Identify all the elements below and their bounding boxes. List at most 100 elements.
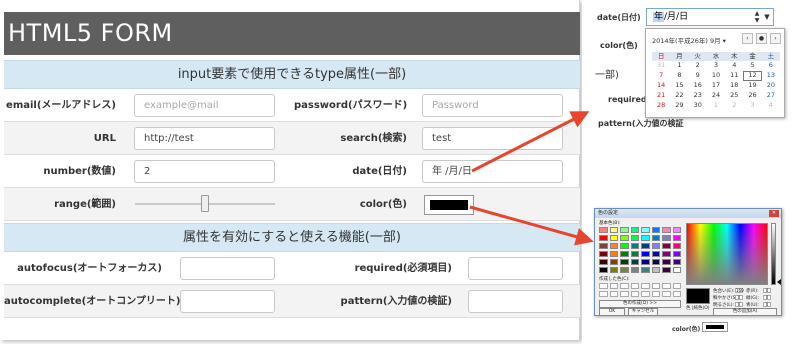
calendar-day[interactable]: 23 xyxy=(689,91,707,101)
spin-down-icon[interactable]: ▼ xyxy=(753,17,761,24)
custom-color-swatch[interactable] xyxy=(609,291,618,297)
calendar-day[interactable]: 21 xyxy=(652,91,670,101)
custom-color-swatch[interactable] xyxy=(599,291,608,297)
basic-color-swatch[interactable] xyxy=(630,251,639,257)
calendar-day[interactable]: 20 xyxy=(762,81,780,91)
date-field-zoomed[interactable]: 年/月/日 ▲ ▼ ▼ xyxy=(646,8,774,26)
basic-color-swatch[interactable] xyxy=(672,251,681,257)
calendar-day[interactable]: 6 xyxy=(762,61,780,71)
calendar-day[interactable]: 4 xyxy=(725,61,743,71)
url-field[interactable]: http://test xyxy=(134,127,275,150)
luminance-input[interactable]: 0 xyxy=(735,302,743,307)
basic-color-swatch[interactable] xyxy=(662,235,671,241)
custom-color-swatch[interactable] xyxy=(662,291,671,297)
basic-color-swatch[interactable] xyxy=(599,251,608,257)
basic-color-swatch[interactable] xyxy=(651,243,660,249)
cancel-button[interactable]: キャンセル xyxy=(628,308,658,316)
basic-color-swatch[interactable] xyxy=(662,251,671,257)
calendar-day[interactable]: 14 xyxy=(652,81,670,91)
basic-color-swatch[interactable] xyxy=(630,259,639,265)
basic-color-swatch[interactable] xyxy=(599,259,608,265)
autofocus-field[interactable] xyxy=(180,257,275,280)
basic-color-swatch[interactable] xyxy=(662,259,671,265)
calendar-day[interactable]: 4 xyxy=(762,101,780,111)
red-input[interactable]: 0 xyxy=(763,288,771,293)
calendar-day[interactable]: 1 xyxy=(707,101,725,111)
custom-color-swatch[interactable] xyxy=(599,283,608,289)
basic-color-swatch[interactable] xyxy=(630,235,639,241)
basic-color-swatch[interactable] xyxy=(620,227,629,233)
date-rest-segment[interactable]: /月/日 xyxy=(664,12,688,22)
autocomplete-field[interactable] xyxy=(180,290,275,313)
calendar-day[interactable]: 15 xyxy=(670,81,688,91)
saturation-input[interactable]: 0 xyxy=(735,295,743,300)
green-input[interactable]: 0 xyxy=(763,295,771,300)
basic-color-swatch[interactable] xyxy=(609,267,618,273)
basic-color-swatch[interactable] xyxy=(672,259,681,265)
calendar-day[interactable]: 11 xyxy=(725,71,743,81)
custom-color-swatch[interactable] xyxy=(641,283,650,289)
custom-color-swatch[interactable] xyxy=(651,291,660,297)
date-year-segment[interactable]: 年 xyxy=(653,12,665,22)
calendar-day[interactable]: 9 xyxy=(689,71,707,81)
calendar-day[interactable]: 2 xyxy=(689,61,707,71)
basic-color-swatch[interactable] xyxy=(672,227,681,233)
basic-color-swatch[interactable] xyxy=(599,235,608,241)
basic-color-swatch[interactable] xyxy=(651,227,660,233)
blue-input[interactable]: 0 xyxy=(763,302,771,307)
basic-color-swatch[interactable] xyxy=(620,251,629,257)
calendar-day[interactable]: 1 xyxy=(670,61,688,71)
calendar-day[interactable]: 22 xyxy=(670,91,688,101)
email-field[interactable]: example@mail xyxy=(134,94,275,117)
required-field[interactable] xyxy=(468,257,563,280)
calendar-day[interactable]: 12 xyxy=(743,71,762,81)
calendar-day[interactable]: 10 xyxy=(707,71,725,81)
calendar-day[interactable]: 13 xyxy=(762,71,780,81)
chevron-down-icon[interactable]: ▼ xyxy=(762,10,772,24)
calendar-day[interactable]: 3 xyxy=(707,61,725,71)
basic-color-swatch[interactable] xyxy=(641,251,650,257)
basic-color-swatch[interactable] xyxy=(651,235,660,241)
calendar-prev-month-button[interactable]: ‹ xyxy=(742,33,753,44)
custom-color-swatch[interactable] xyxy=(672,291,681,297)
luminance-arrow-icon[interactable] xyxy=(777,279,781,285)
calendar-next-month-button[interactable]: › xyxy=(770,33,781,44)
basic-color-swatch[interactable] xyxy=(641,227,650,233)
calendar-day[interactable]: 7 xyxy=(652,71,670,81)
luminance-slider[interactable] xyxy=(771,223,776,285)
calendar-day[interactable]: 2 xyxy=(725,101,743,111)
calendar-day[interactable]: 16 xyxy=(689,81,707,91)
ok-button[interactable]: OK xyxy=(599,308,625,316)
basic-color-swatch[interactable] xyxy=(641,243,650,249)
calendar-day[interactable]: 8 xyxy=(670,71,688,81)
number-field[interactable]: 2 xyxy=(134,160,275,183)
close-icon[interactable]: ✕ xyxy=(769,210,779,217)
basic-color-swatch[interactable] xyxy=(620,267,629,273)
custom-color-swatch[interactable] xyxy=(672,283,681,289)
basic-color-swatch[interactable] xyxy=(641,235,650,241)
basic-color-swatch[interactable] xyxy=(630,267,639,273)
basic-color-swatch[interactable] xyxy=(662,243,671,249)
basic-color-swatch[interactable] xyxy=(609,227,618,233)
basic-color-swatch[interactable] xyxy=(641,259,650,265)
calendar-day[interactable]: 28 xyxy=(652,101,670,111)
basic-color-swatch[interactable] xyxy=(672,267,681,273)
calendar-month-selector[interactable]: 2014年(平成26年) 9月 ▾ xyxy=(652,35,726,45)
basic-color-swatch[interactable] xyxy=(651,251,660,257)
custom-color-swatch[interactable] xyxy=(651,283,660,289)
basic-color-swatch[interactable] xyxy=(630,243,639,249)
custom-color-swatch[interactable] xyxy=(620,283,629,289)
calendar-day[interactable]: 19 xyxy=(743,81,761,91)
basic-color-swatch[interactable] xyxy=(672,235,681,241)
range-slider-thumb[interactable] xyxy=(201,195,209,212)
calendar-day[interactable]: 25 xyxy=(725,91,743,101)
pattern-field[interactable] xyxy=(468,290,563,313)
password-field[interactable]: Password xyxy=(422,94,563,117)
basic-color-swatch[interactable] xyxy=(662,227,671,233)
calendar-day[interactable]: 24 xyxy=(707,91,725,101)
basic-color-swatch[interactable] xyxy=(630,227,639,233)
calendar-day[interactable]: 17 xyxy=(707,81,725,91)
custom-color-swatch[interactable] xyxy=(641,291,650,297)
basic-color-swatch[interactable] xyxy=(641,267,650,273)
basic-color-swatch[interactable] xyxy=(599,267,608,273)
